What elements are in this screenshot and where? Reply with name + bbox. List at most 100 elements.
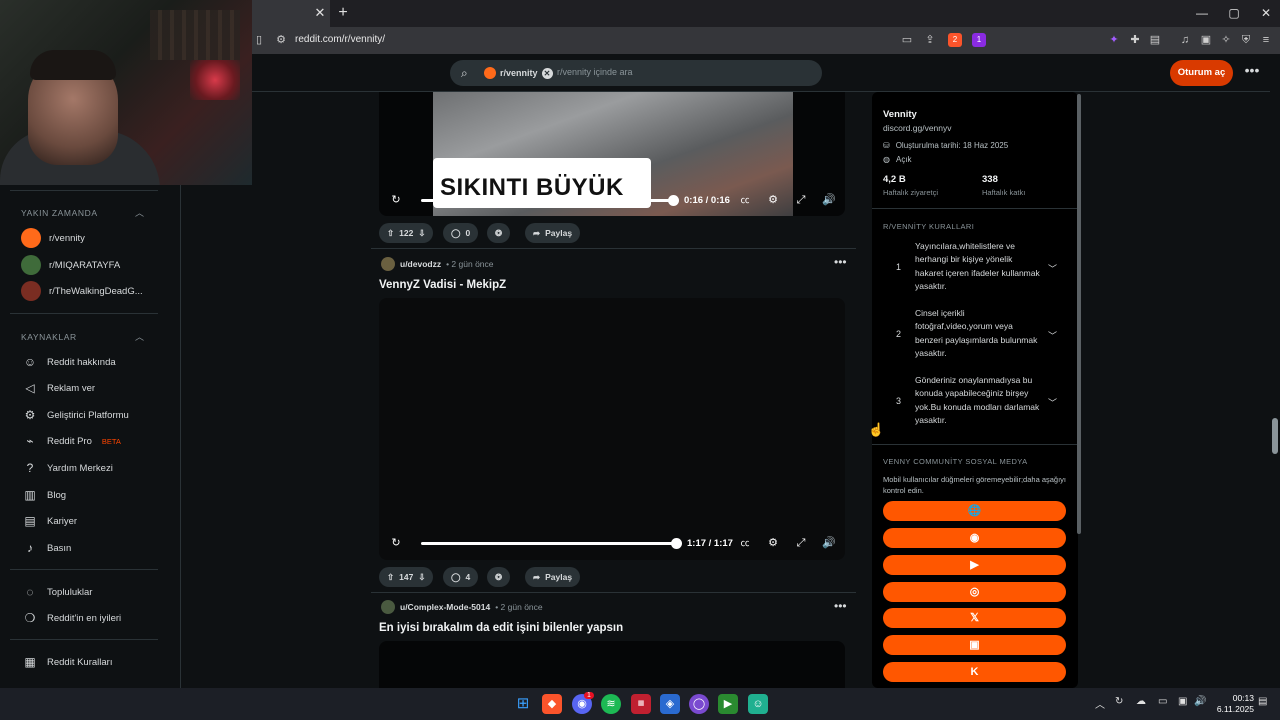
- page-scrollbar-thumb[interactable]: [1272, 418, 1278, 454]
- downvote-icon[interactable]: ⇩: [418, 572, 425, 583]
- sidebar-item-blog[interactable]: ▥ Blog: [21, 485, 66, 505]
- menu-icon[interactable]: ≡: [1259, 33, 1273, 47]
- network-app-icon[interactable]: ◈: [660, 694, 680, 714]
- tab-close-button[interactable]: ✕: [312, 5, 328, 21]
- brave-rewards-icon[interactable]: 1: [972, 33, 986, 47]
- video-progress-bar[interactable]: [421, 199, 674, 202]
- chevron-up-icon[interactable]: ︿: [135, 330, 144, 343]
- window-close-button[interactable]: ✕: [1252, 4, 1280, 22]
- share-button[interactable]: ➦ Paylaş: [525, 567, 581, 587]
- post-title[interactable]: VennyZ Vadisi - MekipZ: [379, 279, 506, 291]
- sidebar-item-communities[interactable]: ◌ Topluluklar: [21, 582, 92, 602]
- fullscreen-icon[interactable]: ⤢: [793, 193, 809, 207]
- resources-section-title[interactable]: KAYNAKLAR: [21, 332, 77, 342]
- share-button[interactable]: ➦ Paylaş: [525, 223, 581, 243]
- video-player[interactable]: SIKINTI BÜYÜK ↻ 0:16 / 0:16 ㏄ ⚙ ⤢ 🔊: [379, 92, 845, 216]
- sync-icon[interactable]: ↻: [1115, 696, 1123, 707]
- upvote-icon[interactable]: ⇧: [387, 572, 394, 583]
- user-avatar[interactable]: [381, 600, 395, 614]
- search-input[interactable]: ⌕ r/vennity ✕ r/vennity içinde ara: [450, 60, 822, 86]
- media-icon[interactable]: ♫: [1178, 33, 1192, 47]
- brave-browser-icon[interactable]: ◆: [542, 694, 562, 714]
- settings-gear-icon[interactable]: ⚙: [765, 536, 781, 550]
- x-button[interactable]: 𝕏: [883, 608, 1066, 628]
- url-field[interactable]: reddit.com/r/vennity/: [295, 34, 385, 45]
- notification-icon[interactable]: ▤: [1258, 696, 1267, 707]
- website-button[interactable]: 🌐: [883, 501, 1066, 521]
- sidebar-item-thewalkingdead[interactable]: r/TheWalkingDeadG...: [21, 281, 143, 301]
- sidebar-item-about[interactable]: ☺ Reddit hakkında: [21, 352, 116, 372]
- sidebar-item-reddit-pro[interactable]: ⌁ Reddit Pro BETA: [21, 431, 121, 451]
- comments-button[interactable]: ◯ 0: [443, 223, 479, 243]
- discord-button[interactable]: ◉: [883, 528, 1066, 548]
- video-progress-bar[interactable]: [421, 542, 677, 545]
- replay-icon[interactable]: ↻: [388, 536, 404, 550]
- more-options-button[interactable]: •••: [1242, 62, 1262, 82]
- video-progress-handle[interactable]: [671, 538, 682, 549]
- extension-icon[interactable]: ✦: [1107, 33, 1121, 47]
- chevron-down-icon[interactable]: ﹀: [1048, 396, 1057, 409]
- system-clock[interactable]: 00:13 6.11.2025: [1208, 693, 1254, 715]
- twitch-button[interactable]: ▣: [883, 635, 1066, 655]
- window-maximize-button[interactable]: ▢: [1220, 4, 1248, 22]
- rule-item[interactable]: 2 Cinsel içerikli fotoğraf,video,yorum v…: [872, 305, 1078, 361]
- browser-tab-active[interactable]: ✕: [252, 0, 330, 27]
- sidebar-item-careers[interactable]: ▤ Kariyer: [21, 511, 77, 531]
- post-title[interactable]: En iyisi bırakalım da edit işini bilenle…: [379, 622, 623, 634]
- new-tab-button[interactable]: +: [334, 4, 352, 22]
- sidebar-item-vennity[interactable]: r/vennity: [21, 228, 85, 248]
- brave-shields-icon[interactable]: 2: [948, 33, 962, 47]
- media-app-icon[interactable]: ▦: [631, 694, 651, 714]
- obs-icon[interactable]: ◯: [689, 694, 709, 714]
- volume-icon[interactable]: 🔊: [821, 193, 837, 207]
- speaker-icon[interactable]: 🔊: [1194, 696, 1206, 707]
- sidebar-item-press[interactable]: ♪ Basın: [21, 538, 71, 558]
- post-options-button[interactable]: •••: [834, 599, 847, 613]
- extensions-puzzle-icon[interactable]: ✚: [1128, 33, 1142, 47]
- kick-button[interactable]: K: [883, 662, 1066, 682]
- wallet-icon[interactable]: ▣: [1199, 33, 1213, 47]
- rule-item[interactable]: 1 Yayıncılara,whitelistlere ve herhangi …: [872, 238, 1078, 294]
- sidebar-toggle-icon[interactable]: ▯: [252, 33, 266, 47]
- windows-start-icon[interactable]: ⊞: [513, 694, 533, 714]
- chat-app-icon[interactable]: ☺: [748, 694, 768, 714]
- replay-icon[interactable]: ↻: [388, 193, 404, 207]
- post-author[interactable]: u/Complex-Mode-5014: [400, 602, 490, 612]
- sidebar-item-reddit-rules[interactable]: ▦ Reddit Kuralları: [21, 652, 112, 672]
- fullscreen-icon[interactable]: ⤢: [793, 536, 809, 550]
- video-player[interactable]: [379, 641, 845, 688]
- site-info-icon[interactable]: ⚙: [274, 33, 288, 47]
- reading-list-icon[interactable]: ▤: [1148, 33, 1162, 47]
- clear-chip-icon[interactable]: ✕: [541, 67, 553, 79]
- sidebar-item-developer-platform[interactable]: ⚙ Geliştirici Platformu: [21, 405, 129, 425]
- chevron-up-icon[interactable]: ︿: [135, 206, 144, 219]
- share-icon[interactable]: ⇪: [923, 33, 937, 47]
- youtube-button[interactable]: ▶: [883, 555, 1066, 575]
- upvote-icon[interactable]: ⇧: [387, 228, 394, 239]
- window-minimize-button[interactable]: —: [1188, 4, 1216, 22]
- video-progress-handle[interactable]: [668, 195, 679, 206]
- video-player[interactable]: ↻ 1:17 / 1:17 ㏄ ⚙ ⤢ 🔊: [379, 298, 845, 560]
- volume-icon[interactable]: 🔊: [821, 536, 837, 550]
- settings-gear-icon[interactable]: ⚙: [765, 193, 781, 207]
- rule-item[interactable]: 3 Gönderiniz onaylanmadıysa bu konuda ya…: [872, 372, 1078, 428]
- cloud-icon[interactable]: ☁: [1136, 696, 1146, 707]
- downvote-icon[interactable]: ⇩: [418, 228, 425, 239]
- post-author[interactable]: u/devodzz: [400, 259, 441, 269]
- captions-icon[interactable]: ㏄: [737, 536, 753, 550]
- sidebar-item-advertise[interactable]: ◁ Reklam ver: [21, 378, 95, 398]
- usb-icon[interactable]: ▭: [1158, 696, 1167, 707]
- game-launcher-icon[interactable]: ▶: [718, 694, 738, 714]
- network-icon[interactable]: ▣: [1178, 696, 1187, 707]
- award-button[interactable]: ❂: [487, 223, 511, 243]
- chevron-down-icon[interactable]: ﹀: [1048, 262, 1057, 275]
- award-button[interactable]: ❂: [487, 567, 511, 587]
- instagram-button[interactable]: ◎: [883, 582, 1066, 602]
- leo-ai-icon[interactable]: ✧: [1219, 33, 1233, 47]
- vpn-icon[interactable]: ⛨: [1239, 33, 1253, 47]
- search-subreddit-chip[interactable]: r/vennity ✕: [482, 64, 559, 82]
- user-avatar[interactable]: [381, 257, 395, 271]
- comments-button[interactable]: ◯ 4: [443, 567, 479, 587]
- sidebar-scrollbar[interactable]: [1077, 94, 1081, 534]
- cast-icon[interactable]: ▭: [900, 33, 914, 47]
